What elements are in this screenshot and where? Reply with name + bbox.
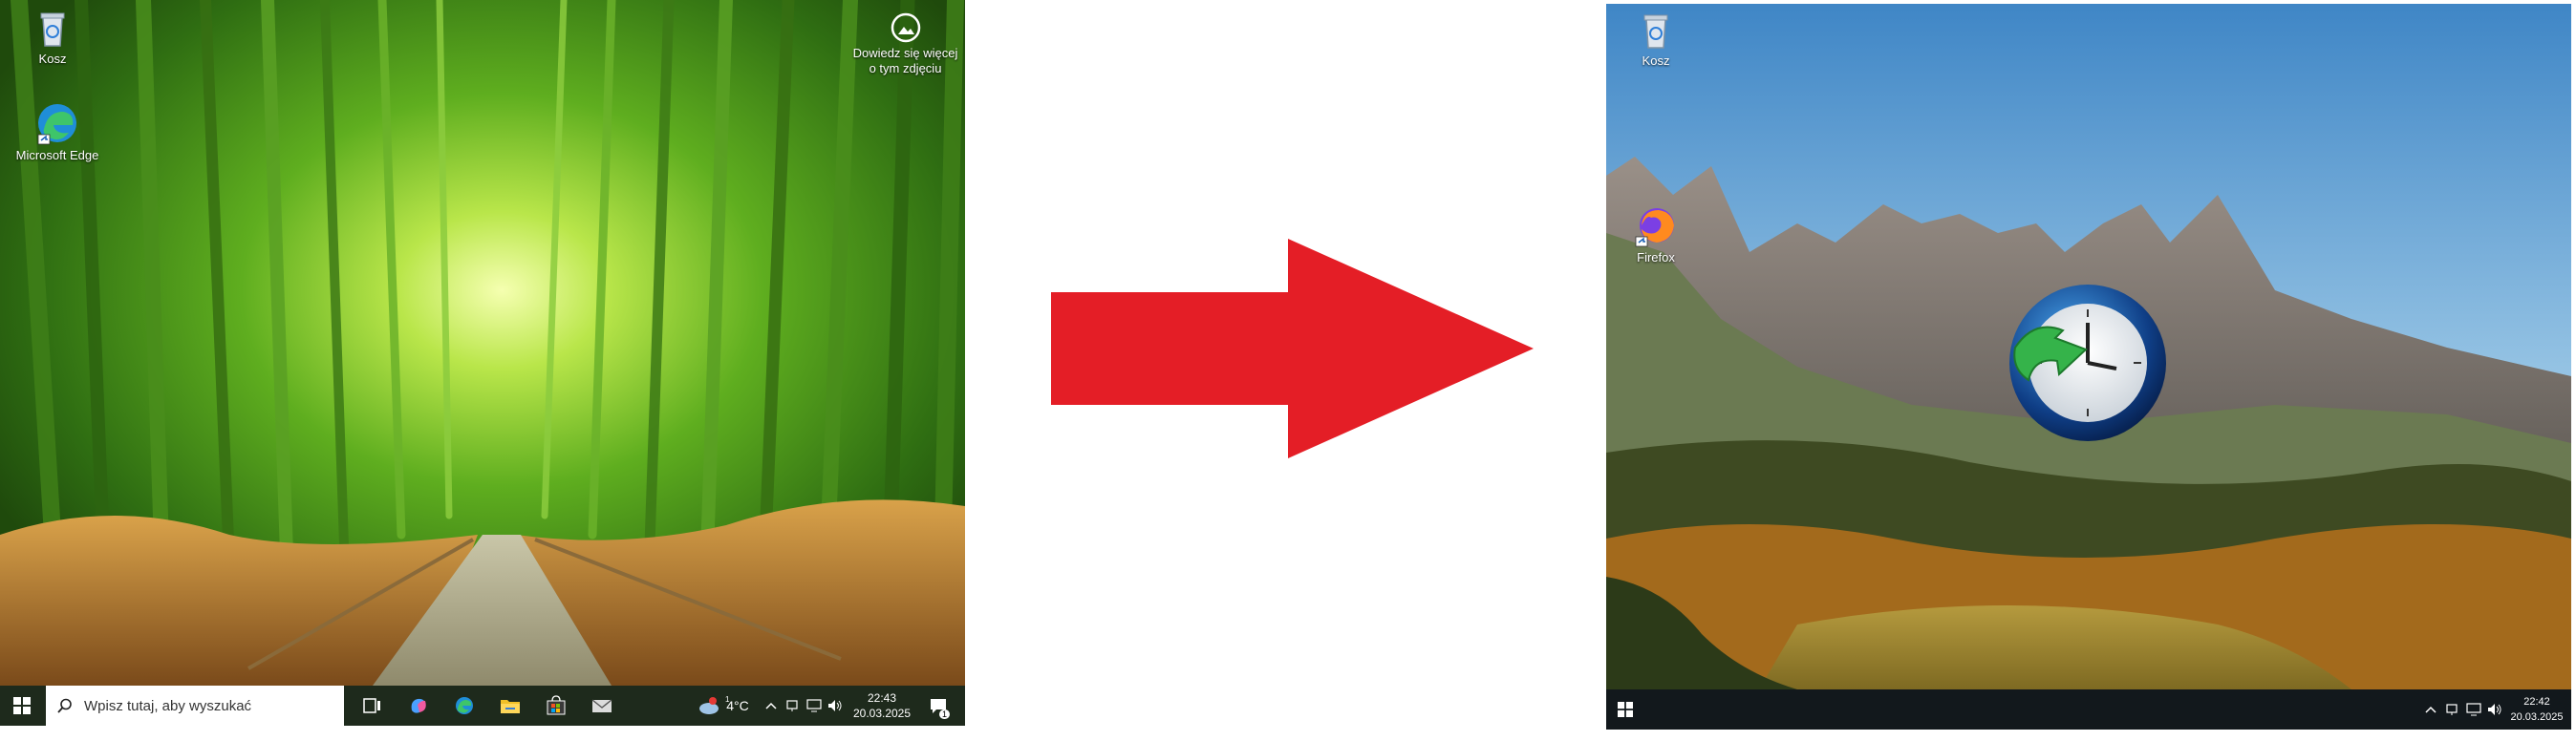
right-desktop-screenshot: Kosz Firefox 22:42 20.03.2025 <box>1606 4 2571 730</box>
search-icon <box>57 698 72 713</box>
left-desktop-screenshot: Kosz Microsoft Edge Dowiedz się więcej o… <box>0 0 965 726</box>
desktop-icon-recycle-bin[interactable]: Kosz <box>14 8 91 66</box>
taskbar-search-box[interactable]: Wpisz tutaj, aby wyszukać <box>46 686 344 726</box>
desktop-icon-edge[interactable]: Microsoft Edge <box>14 100 100 162</box>
taskbar-store-button[interactable] <box>537 686 575 726</box>
camera-info-icon <box>891 12 920 43</box>
task-view-button[interactable] <box>354 686 392 726</box>
show-hidden-icons-button[interactable] <box>2420 689 2441 730</box>
learn-more-label: Dowiedz się więcej o tym zdjęciu <box>852 46 958 75</box>
tray-display-button[interactable] <box>2464 689 2483 730</box>
network-icon <box>786 700 798 711</box>
search-placeholder: Wpisz tutaj, aby wyszukać <box>84 697 252 714</box>
start-button[interactable] <box>0 686 44 726</box>
notification-center-button[interactable]: 1 <box>919 686 957 726</box>
monitor-icon <box>806 699 822 712</box>
recycle-bin-icon <box>40 12 65 47</box>
weather-widget[interactable]: 1 4°C <box>690 686 757 726</box>
taskbar: 22:42 20.03.2025 <box>1606 689 2571 730</box>
taskbar: Wpisz tutaj, aby wyszukać 1 4°C 22:43 20… <box>0 686 965 726</box>
transition-arrow <box>1051 239 1534 458</box>
copilot-icon <box>411 698 426 713</box>
recycle-bin-icon <box>1643 14 1668 49</box>
recycle-bin-label: Kosz <box>38 52 67 66</box>
speaker-icon <box>828 700 842 711</box>
taskbar-clock[interactable]: 22:43 20.03.2025 <box>850 690 913 721</box>
windows-logo-icon <box>13 697 31 714</box>
tray-volume-button[interactable] <box>826 686 845 726</box>
firefox-label: Firefox <box>1637 250 1675 265</box>
store-bag-icon <box>547 695 566 715</box>
tray-volume-button[interactable] <box>2485 689 2504 730</box>
chevron-up-icon <box>765 702 777 709</box>
recycle-bin-label: Kosz <box>1642 53 1670 68</box>
taskbar-mail-button[interactable] <box>583 686 621 726</box>
clock-time: 22:43 <box>867 691 897 705</box>
taskbar-file-explorer-button[interactable] <box>491 686 529 726</box>
edge-icon <box>456 697 473 714</box>
taskbar-edge-button[interactable] <box>445 686 483 726</box>
clock-date: 20.03.2025 <box>2510 711 2564 723</box>
clock-date: 20.03.2025 <box>852 707 912 720</box>
taskbar-copilot-button[interactable] <box>399 686 438 726</box>
edge-icon <box>37 104 76 145</box>
tray-network-button[interactable] <box>2443 689 2462 730</box>
backup-clock-logo-icon <box>2009 285 2166 441</box>
monitor-icon <box>2466 703 2481 716</box>
network-icon <box>2446 704 2458 715</box>
edge-label: Microsoft Edge <box>15 148 99 162</box>
weather-temperature: 4°C <box>726 698 749 713</box>
clock-time: 22:42 <box>2523 696 2550 708</box>
tray-network-button[interactable] <box>784 686 803 726</box>
taskbar-clock[interactable]: 22:42 20.03.2025 <box>2506 694 2567 725</box>
task-view-icon <box>363 698 380 713</box>
tray-display-button[interactable] <box>805 686 824 726</box>
desktop-icon-recycle-bin[interactable]: Kosz <box>1618 10 1694 68</box>
desktop-icon-learn-more[interactable]: Dowiedz się więcej o tym zdjęciu <box>850 11 960 76</box>
folder-icon <box>501 700 520 713</box>
speaker-icon <box>2488 704 2501 715</box>
cloud-weather-icon <box>699 697 719 714</box>
show-hidden-icons-button[interactable] <box>761 686 782 726</box>
start-button[interactable] <box>1606 689 1644 730</box>
notification-count-badge: 1 <box>938 709 950 719</box>
windows-logo-icon <box>1618 702 1633 717</box>
firefox-icon <box>1635 208 1674 247</box>
weather-alert-badge: 1 <box>725 695 730 704</box>
mail-icon <box>591 699 612 712</box>
chevron-up-icon <box>2425 706 2436 713</box>
desktop-icon-firefox[interactable]: Firefox <box>1618 204 1694 265</box>
bamboo-wallpaper <box>0 0 965 726</box>
